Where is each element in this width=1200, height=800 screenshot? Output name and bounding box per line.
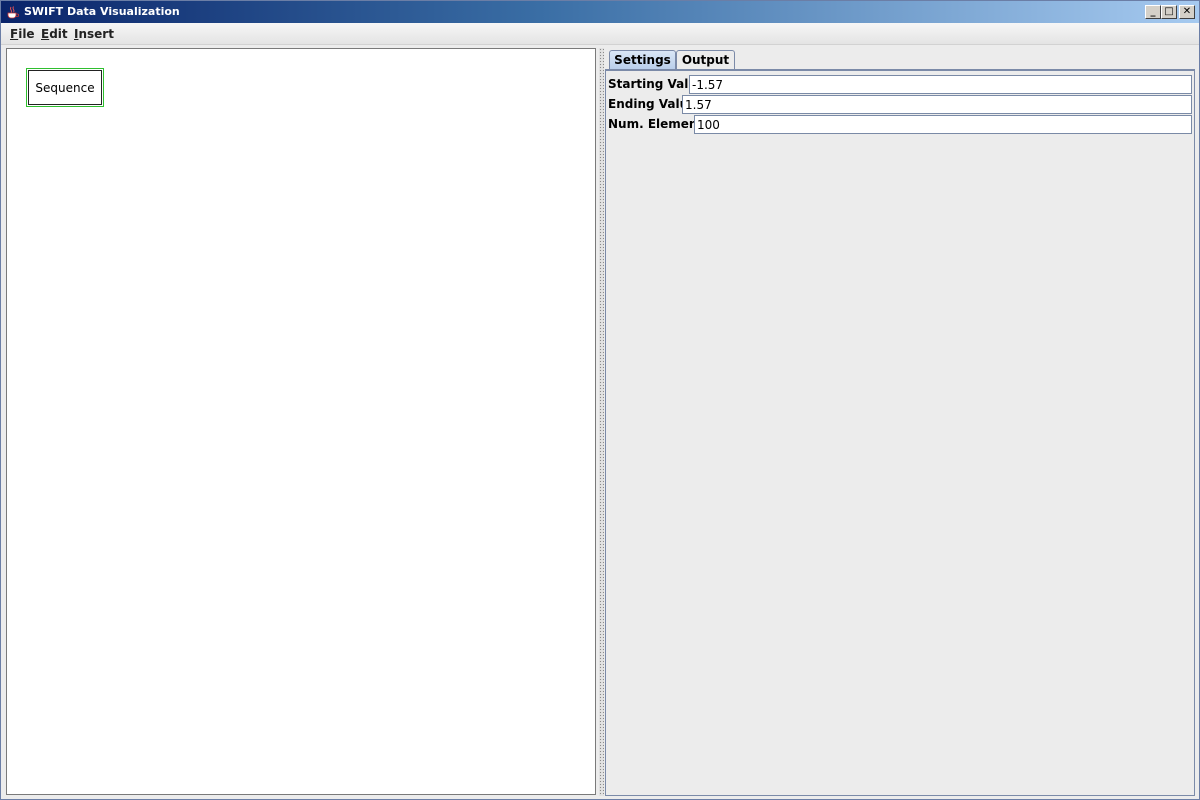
tab-strip: Settings Output — [607, 50, 1197, 70]
title-bar[interactable]: SWIFT Data Visualization _ □ ✕ — [1, 1, 1199, 23]
menu-file[interactable]: File — [10, 27, 35, 41]
menu-file-mnemonic: F — [10, 27, 19, 41]
menu-file-label: ile — [18, 27, 35, 41]
split-pane-divider[interactable] — [599, 48, 604, 796]
maximize-button[interactable]: □ — [1161, 5, 1177, 19]
app-window: SWIFT Data Visualization _ □ ✕ File Edit… — [0, 0, 1200, 800]
menu-insert[interactable]: Insert — [74, 27, 114, 41]
close-button[interactable]: ✕ — [1179, 5, 1195, 19]
minimize-button[interactable]: _ — [1145, 5, 1161, 19]
node-sequence[interactable]: Sequence — [26, 68, 104, 107]
field-row-starting-value: Starting Value — [608, 75, 1192, 94]
menu-edit-label: dit — [49, 27, 68, 41]
ending-value-input[interactable] — [682, 95, 1192, 114]
starting-value-input[interactable] — [689, 75, 1192, 94]
settings-panel: Starting Value Ending Value Num. Element… — [605, 69, 1195, 796]
menu-edit[interactable]: Edit — [41, 27, 68, 41]
num-elements-input[interactable] — [694, 115, 1192, 134]
window-title: SWIFT Data Visualization — [24, 5, 180, 18]
menu-edit-mnemonic: E — [41, 27, 50, 41]
field-row-num-elements: Num. Elements — [608, 115, 1192, 134]
workflow-canvas[interactable]: Sequence — [6, 48, 596, 795]
field-row-ending-value: Ending Value — [608, 95, 1192, 114]
tab-output[interactable]: Output — [676, 50, 735, 70]
tab-settings[interactable]: Settings — [609, 50, 676, 70]
java-coffee-icon — [6, 5, 20, 19]
node-sequence-label: Sequence — [28, 70, 102, 105]
menu-insert-label: nsert — [78, 27, 114, 41]
menu-bar: File Edit Insert — [1, 23, 1199, 45]
